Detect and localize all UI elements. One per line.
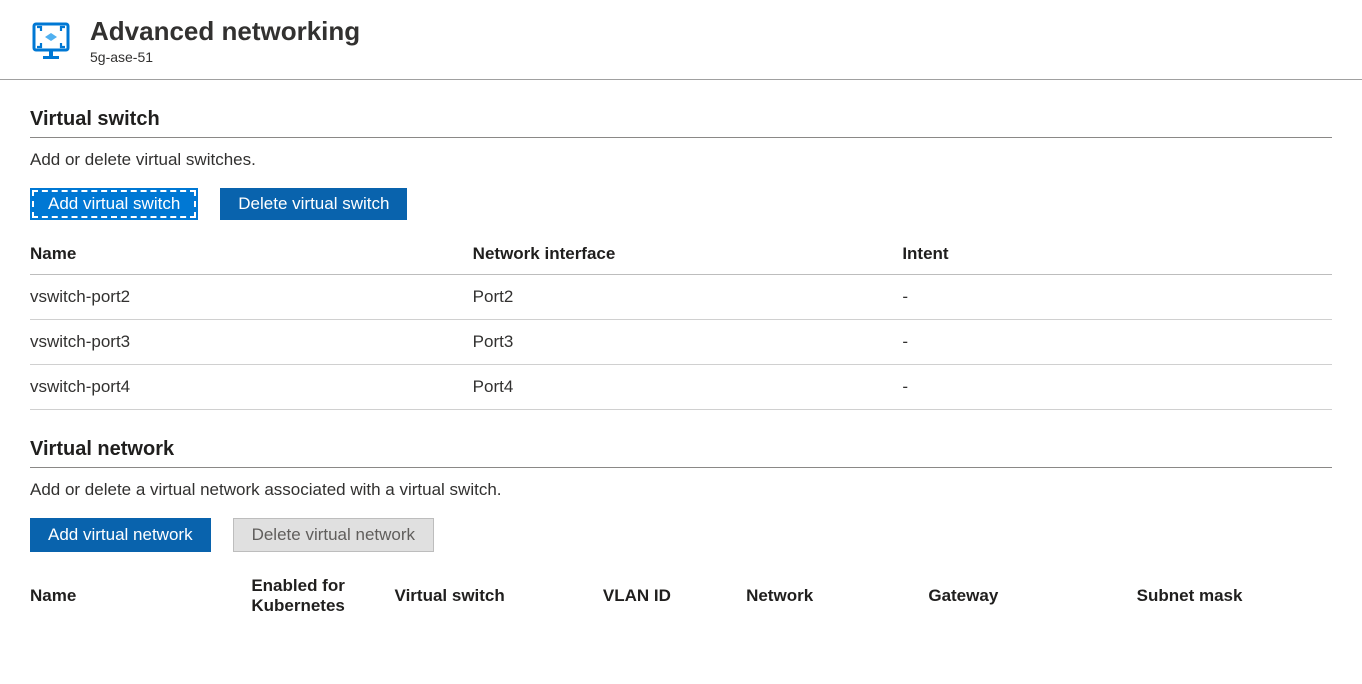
vswitch-cell-name: vswitch-port3: [30, 320, 473, 365]
vnetwork-col-name[interactable]: Name: [30, 566, 251, 626]
virtual-network-section: Virtual network Add or delete a virtual …: [0, 438, 1362, 626]
virtual-switch-table: Name Network interface Intent vswitch-po…: [30, 234, 1332, 410]
vnetwork-col-network[interactable]: Network: [746, 566, 928, 626]
networking-icon: [30, 20, 72, 62]
table-row[interactable]: vswitch-port4 Port4 -: [30, 365, 1332, 410]
virtual-network-title: Virtual network: [30, 438, 1332, 468]
virtual-switch-description: Add or delete virtual switches.: [30, 150, 1332, 170]
vswitch-cell-intent: -: [902, 320, 1332, 365]
vnetwork-col-enabled-kubernetes[interactable]: Enabled for Kubernetes: [251, 566, 394, 626]
add-virtual-network-button[interactable]: Add virtual network: [30, 518, 211, 552]
table-row[interactable]: vswitch-port3 Port3 -: [30, 320, 1332, 365]
vswitch-cell-name: vswitch-port4: [30, 365, 473, 410]
page-subtitle: 5g-ase-51: [90, 49, 360, 65]
page-header: Advanced networking 5g-ase-51: [0, 0, 1362, 80]
virtual-switch-buttons: Add virtual switch Delete virtual switch: [30, 188, 1332, 220]
page-title: Advanced networking: [90, 16, 360, 47]
vswitch-col-network-interface[interactable]: Network interface: [473, 234, 903, 275]
add-virtual-switch-button[interactable]: Add virtual switch: [30, 188, 198, 220]
vswitch-col-intent[interactable]: Intent: [902, 234, 1332, 275]
delete-virtual-network-button: Delete virtual network: [233, 518, 434, 552]
virtual-switch-title: Virtual switch: [30, 108, 1332, 138]
vnetwork-col-vlan-id[interactable]: VLAN ID: [603, 566, 746, 626]
vswitch-cell-intent: -: [902, 275, 1332, 320]
virtual-network-table: Name Enabled for Kubernetes Virtual swit…: [30, 566, 1332, 626]
header-text: Advanced networking 5g-ase-51: [90, 16, 360, 65]
delete-virtual-switch-button[interactable]: Delete virtual switch: [220, 188, 407, 220]
vswitch-cell-network-interface: Port2: [473, 275, 903, 320]
virtual-network-description: Add or delete a virtual network associat…: [30, 480, 1332, 500]
virtual-switch-section: Virtual switch Add or delete virtual swi…: [0, 108, 1362, 410]
vnetwork-col-virtual-switch[interactable]: Virtual switch: [395, 566, 603, 626]
virtual-network-buttons: Add virtual network Delete virtual netwo…: [30, 518, 1332, 552]
vswitch-cell-name: vswitch-port2: [30, 275, 473, 320]
vswitch-cell-network-interface: Port3: [473, 320, 903, 365]
vnetwork-col-subnet-mask[interactable]: Subnet mask: [1137, 566, 1332, 626]
vswitch-cell-intent: -: [902, 365, 1332, 410]
vswitch-col-name[interactable]: Name: [30, 234, 473, 275]
table-row[interactable]: vswitch-port2 Port2 -: [30, 275, 1332, 320]
vswitch-cell-network-interface: Port4: [473, 365, 903, 410]
vnetwork-col-gateway[interactable]: Gateway: [928, 566, 1136, 626]
